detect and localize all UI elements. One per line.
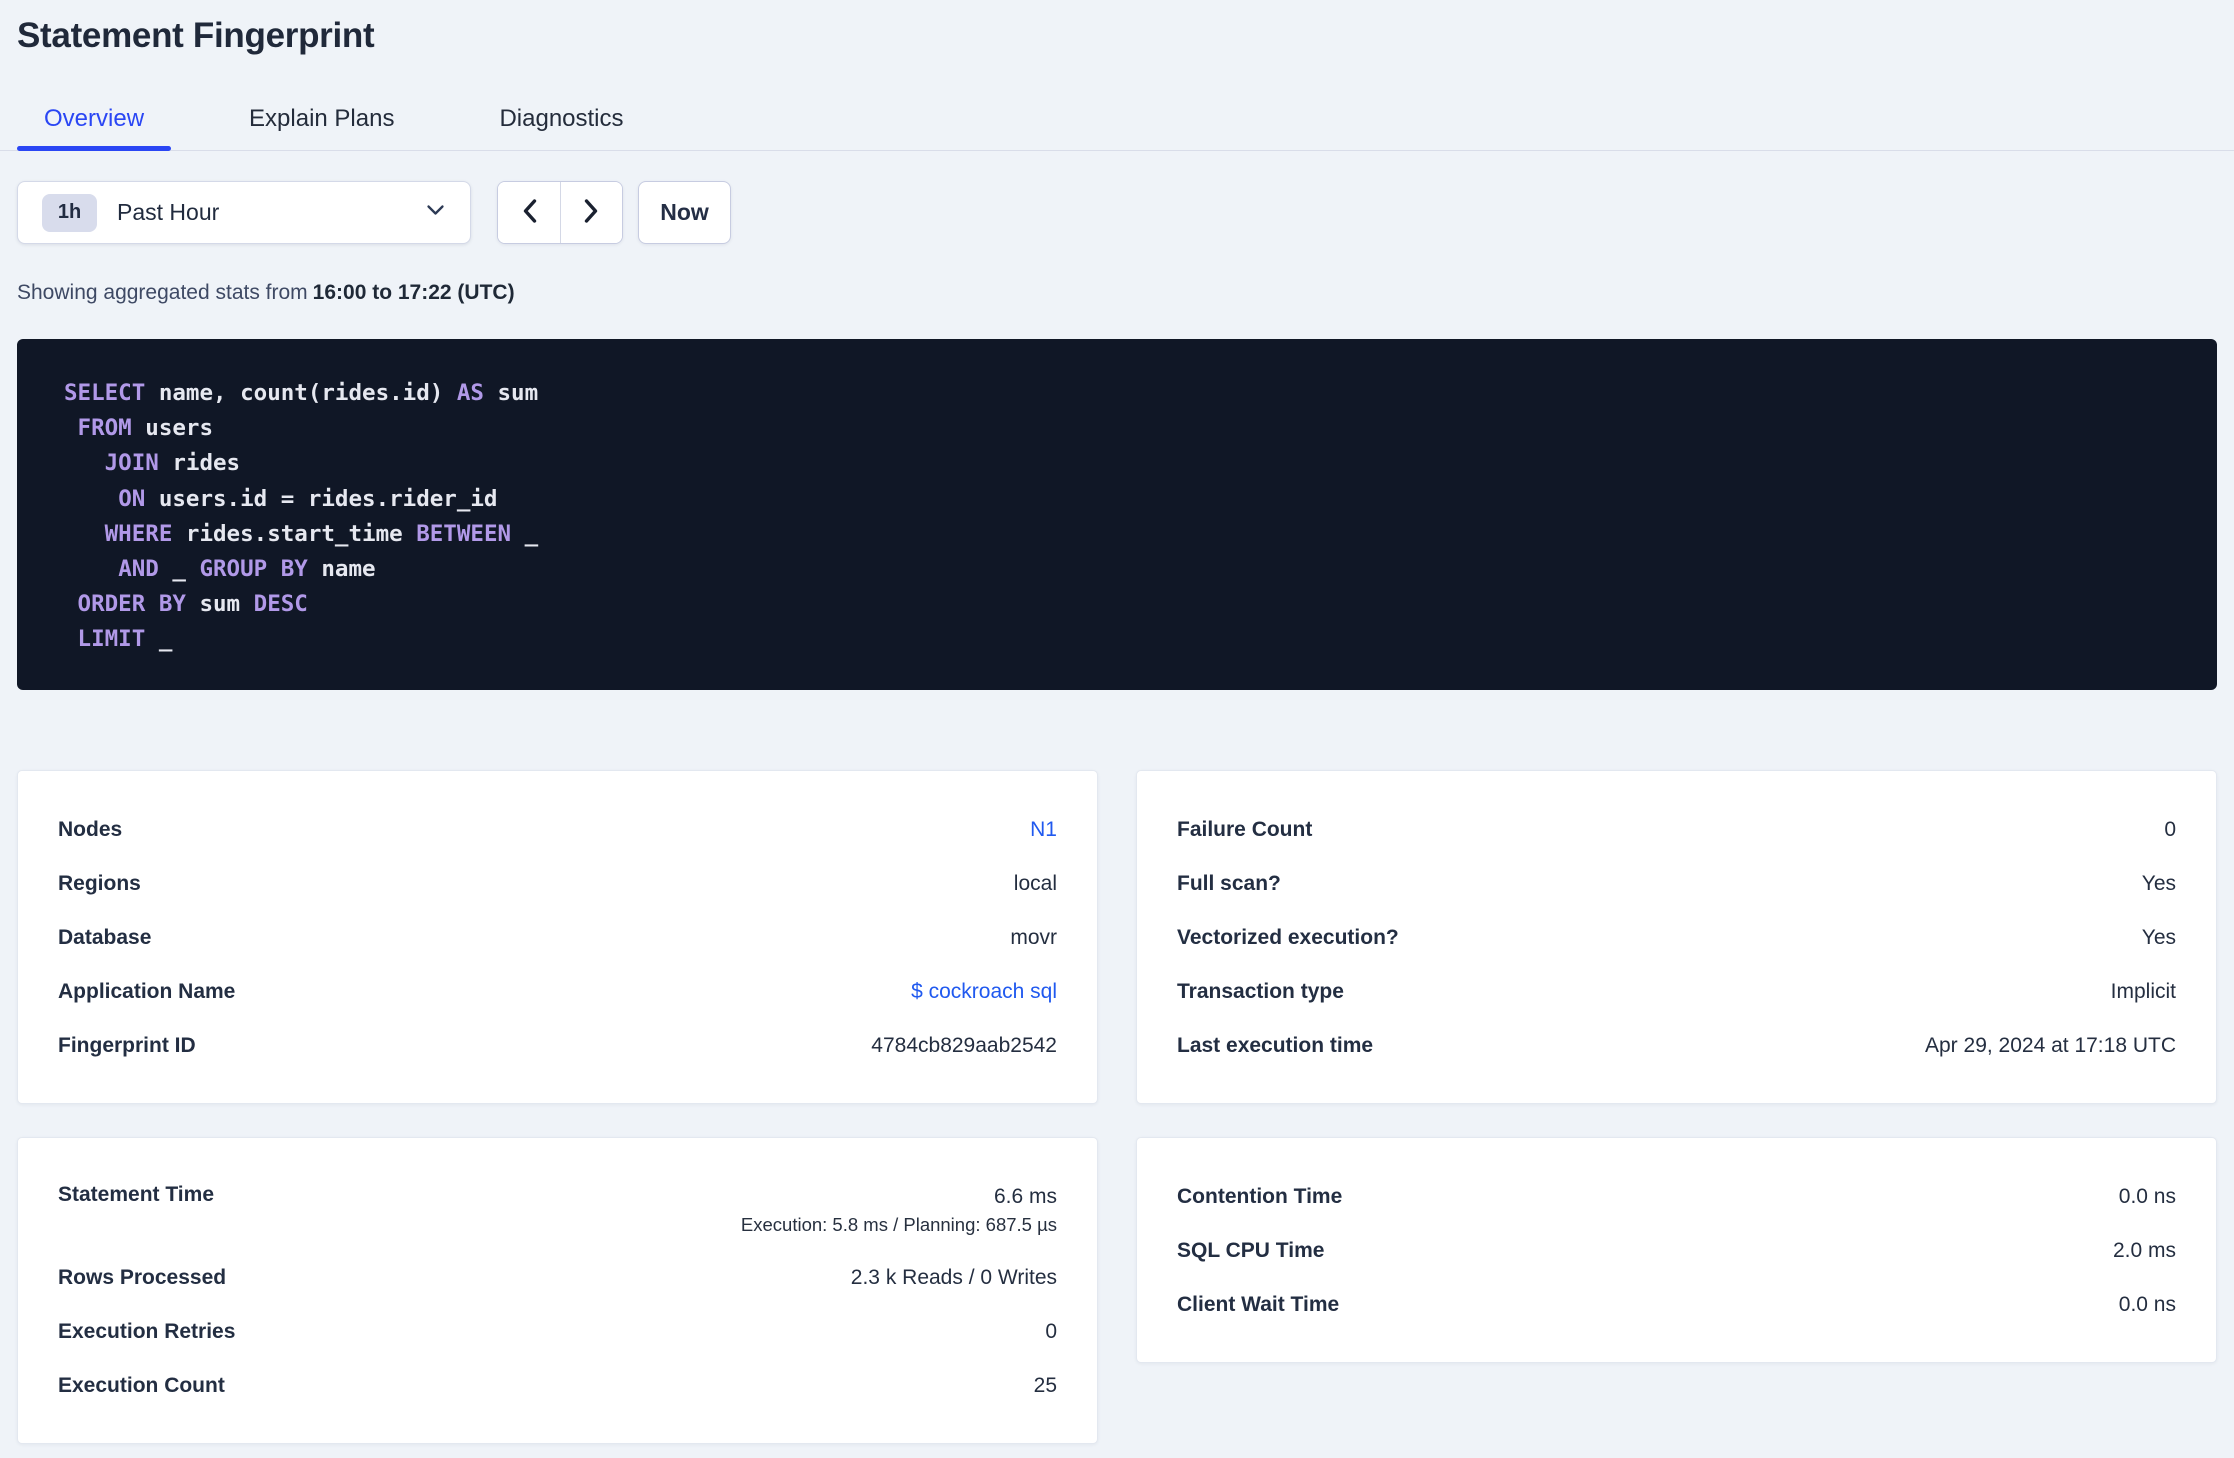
row-label: Fingerprint ID	[58, 1033, 196, 1057]
row-label: Transaction type	[1177, 979, 1344, 1003]
row-value: movr	[1010, 925, 1057, 949]
row-value: 0.0 ns	[2118, 1184, 2176, 1208]
row-value: Apr 29, 2024 at 17:18 UTC	[1925, 1033, 2176, 1057]
row-label: Last execution time	[1177, 1033, 1374, 1057]
row-label: Contention Time	[1177, 1184, 1343, 1208]
next-time-button[interactable]	[560, 182, 622, 243]
detail-row: Last execution time Apr 29, 2024 at 17:1…	[1177, 1019, 2176, 1073]
cards-grid: Nodes N1 Regions local Database movr App…	[17, 769, 2217, 1444]
detail-row: Fingerprint ID 4784cb829aab2542	[58, 1019, 1057, 1073]
time-nav-group	[497, 181, 623, 244]
stats-summary: Showing aggregated stats from 16:00 to 17…	[17, 280, 2217, 306]
tab-explain-plans-label: Explain Plans	[249, 105, 395, 132]
row-value: local	[1013, 871, 1057, 895]
row-value: 6.6 ms	[993, 1184, 1057, 1208]
row-label: Regions	[58, 871, 141, 895]
detail-row: Vectorized execution? Yes	[1177, 911, 2176, 965]
detail-row: Full scan? Yes	[1177, 857, 2176, 911]
row-label: Database	[58, 925, 152, 949]
detail-row: Regions local	[58, 857, 1057, 911]
app-name-link[interactable]: $ cockroach sql	[235, 980, 1057, 1004]
time-range-badge: 1h	[42, 193, 97, 232]
tab-explain-plans[interactable]: Explain Plans	[222, 93, 421, 150]
statement-time-subvalue: Execution: 5.8 ms / Planning: 687.5 µs	[740, 1213, 1057, 1235]
statement-details-card: Nodes N1 Regions local Database movr App…	[17, 769, 1098, 1104]
chevron-right-icon	[583, 198, 600, 227]
execution-attributes-card: Failure Count 0 Full scan? Yes Vectorize…	[1136, 769, 2217, 1104]
row-value: Yes	[2141, 871, 2176, 895]
page-title: Statement Fingerprint	[17, 16, 375, 55]
detail-row: Database movr	[58, 911, 1057, 965]
row-value: 0.0 ns	[2118, 1292, 2176, 1316]
detail-row: Execution Retries 0	[58, 1305, 1057, 1359]
active-tab-inkbar	[17, 146, 172, 151]
statement-fingerprint-page: Statement Fingerprint Overview Explain P…	[0, 0, 2234, 1444]
row-value: 2.3 k Reads / 0 Writes	[850, 1265, 1057, 1289]
prev-time-button[interactable]	[498, 182, 560, 243]
row-value: 2.0 ms	[2112, 1238, 2176, 1262]
tab-bar: Overview Explain Plans Diagnostics	[0, 93, 2234, 151]
row-value: 4784cb829aab2542	[871, 1033, 1057, 1057]
stats-summary-range: 16:00 to 17:22 (UTC)	[312, 281, 515, 304]
row-value: 25	[1033, 1373, 1057, 1397]
sql-statement-box: SELECT name, count(rides.id) AS sum FROM…	[17, 339, 2217, 690]
detail-row: Execution Count 25	[58, 1359, 1057, 1413]
row-label: Client Wait Time	[1177, 1292, 1340, 1316]
detail-row: SQL CPU Time 2.0 ms	[1177, 1224, 2176, 1278]
nodes-link[interactable]: N1	[122, 818, 1057, 842]
row-label: Vectorized execution?	[1177, 925, 1399, 949]
detail-row: Statement Time 6.6 ms Execution: 5.8 ms …	[58, 1170, 1057, 1251]
detail-row: Client Wait Time 0.0 ns	[1177, 1278, 2176, 1332]
detail-row: Contention Time 0.0 ns	[1177, 1170, 2176, 1224]
row-label: SQL CPU Time	[1177, 1238, 1325, 1262]
row-value: 0	[2164, 817, 2176, 841]
row-label: Execution Retries	[58, 1319, 236, 1343]
tab-overview[interactable]: Overview	[17, 93, 172, 151]
now-button[interactable]: Now	[638, 181, 731, 244]
wait-time-card: Contention Time 0.0 ns SQL CPU Time 2.0 …	[1136, 1136, 2217, 1363]
row-label: Execution Count	[58, 1373, 225, 1397]
tab-diagnostics[interactable]: Diagnostics	[472, 93, 650, 150]
row-label: Application Name	[58, 979, 236, 1003]
detail-row: Application Name $ cockroach sql	[58, 965, 1057, 1019]
detail-row: Rows Processed 2.3 k Reads / 0 Writes	[58, 1251, 1057, 1305]
row-value: Yes	[2141, 925, 2176, 949]
sql-code: SELECT name, count(rides.id) AS sum FROM…	[64, 380, 539, 653]
detail-row: Transaction type Implicit	[1177, 965, 2176, 1019]
time-toolbar: 1h Past Hour Now	[17, 181, 2217, 244]
row-value: Implicit	[2110, 979, 2176, 1003]
row-value: 0	[1045, 1319, 1057, 1343]
row-label: Failure Count	[1177, 817, 1313, 841]
tab-diagnostics-label: Diagnostics	[499, 105, 624, 132]
row-label: Statement Time	[58, 1182, 214, 1206]
chevron-left-icon	[521, 198, 538, 227]
detail-row: Nodes N1	[58, 803, 1057, 857]
detail-row: Failure Count 0	[1177, 803, 2176, 857]
row-label: Full scan?	[1177, 871, 1281, 895]
chevron-down-icon	[426, 204, 445, 222]
time-range-label: Past Hour	[117, 199, 220, 225]
row-label: Nodes	[58, 817, 123, 841]
row-label: Rows Processed	[58, 1265, 227, 1289]
execution-stats-card: Statement Time 6.6 ms Execution: 5.8 ms …	[17, 1136, 1098, 1444]
time-range-dropdown[interactable]: 1h Past Hour	[17, 181, 471, 244]
stats-summary-prefix: Showing aggregated stats from	[17, 281, 308, 304]
tab-overview-label: Overview	[44, 105, 145, 132]
